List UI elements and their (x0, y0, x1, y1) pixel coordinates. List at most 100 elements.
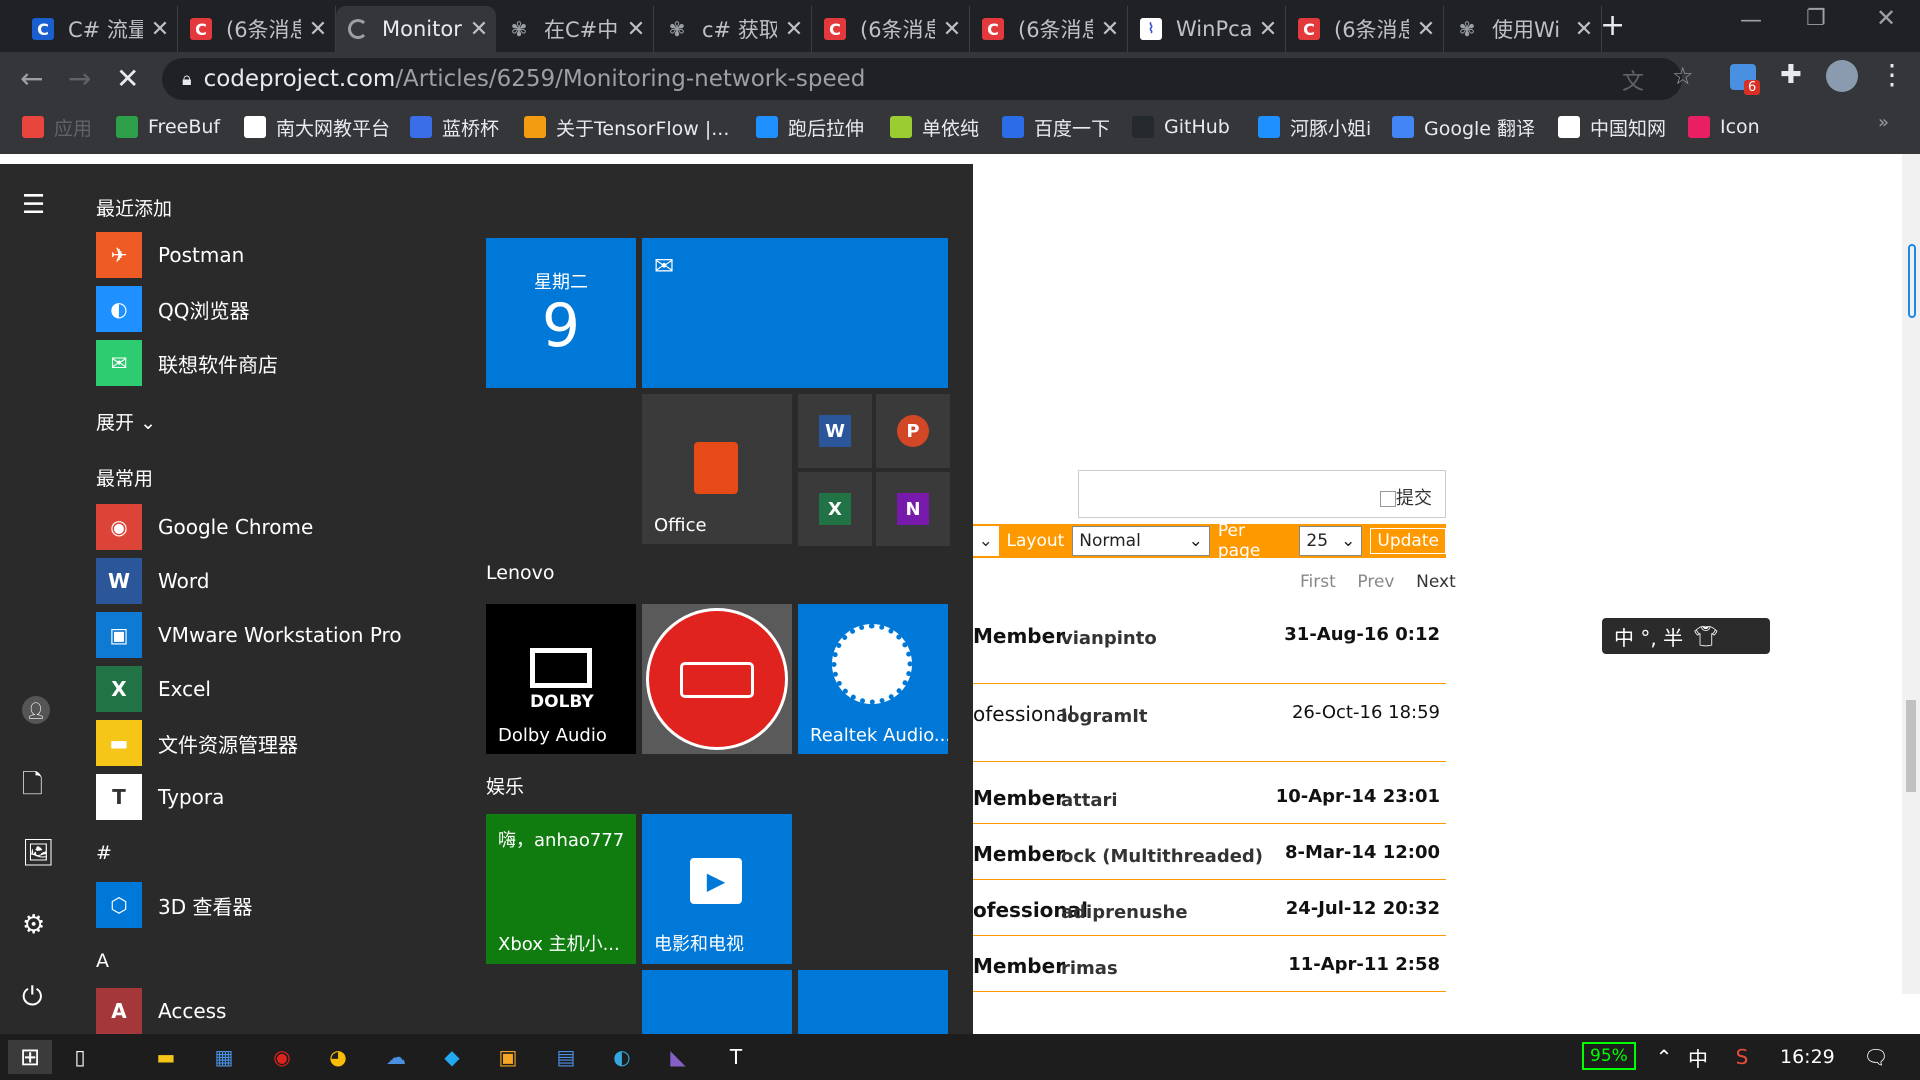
mail-tile[interactable]: ✉ (642, 238, 948, 388)
table-row[interactable]: Member ock (Multithreaded) 8-Mar-14 12:00 (973, 826, 1446, 880)
table-row[interactable]: Member rimas 11-Apr-11 2:58 (973, 938, 1446, 992)
app-item[interactable]: W Word (96, 556, 209, 606)
battery-indicator[interactable]: 95% (1582, 1042, 1636, 1070)
bookmark-9[interactable]: 河豚小姐i (1258, 112, 1371, 142)
app-item[interactable]: ◉ Google Chrome (96, 502, 313, 552)
dropdown-caret-icon[interactable]: ⌄ (973, 526, 999, 556)
bookmark-0[interactable]: 应用 (22, 112, 92, 142)
tab-5[interactable]: C (6条消息✕ (812, 6, 970, 52)
tab-8[interactable]: C (6条消息✕ (1286, 6, 1444, 52)
restore-button[interactable]: ❐ (1806, 6, 1826, 31)
pager-next-link[interactable]: Next (1416, 572, 1456, 592)
vscode-icon[interactable]: ◆ (434, 1040, 470, 1074)
netease-music-icon[interactable]: ◉ (264, 1040, 300, 1074)
visual-studio-icon[interactable]: ◣ (660, 1040, 696, 1074)
app-item[interactable]: T Typora (96, 772, 224, 822)
tab-4[interactable]: ✾ c# 获取 ✕ (654, 6, 812, 52)
tab-0[interactable]: C C# 流量 ✕ (20, 6, 178, 52)
menu-kebab-icon[interactable]: ⋮ (1878, 58, 1906, 91)
bookmark-11[interactable]: 中国知网 (1558, 112, 1666, 142)
profile-avatar[interactable] (1826, 60, 1858, 92)
bookmarks-overflow-icon[interactable]: » (1878, 112, 1889, 133)
author-name[interactable]: adiprenushe (1061, 902, 1188, 923)
table-row[interactable]: ofessional logramIt 26-Oct-16 18:59 (973, 686, 1446, 762)
tab-close-icon[interactable]: ✕ (1567, 17, 1601, 42)
notifications-icon[interactable]: 🗨︎ (1858, 1040, 1894, 1074)
back-arrow-icon[interactable]: ← (20, 62, 43, 95)
tab-close-icon[interactable]: ✕ (1251, 17, 1285, 42)
powerpoint-tile[interactable]: P (876, 394, 950, 468)
ime-indicator[interactable]: 中 (1680, 1040, 1716, 1074)
bookmark-12[interactable]: Icon (1688, 112, 1760, 142)
bookmark-8[interactable]: GitHub (1132, 112, 1230, 142)
partial-tile-left[interactable] (642, 970, 792, 1034)
author-name[interactable]: vianpinto (1061, 628, 1157, 649)
sogou-input-icon[interactable]: S (1724, 1040, 1760, 1074)
tab-close-icon[interactable]: ✕ (143, 17, 177, 42)
puzzle-extensions-icon[interactable]: ✚ (1780, 60, 1802, 90)
bookmark-10[interactable]: Google 翻译 (1392, 112, 1535, 142)
tab-7[interactable]: ⌇ WinPca ✕ (1128, 6, 1286, 52)
movies-tv-tile[interactable]: ▶ 电影和电视 (642, 814, 792, 964)
new-tab-button[interactable]: + (1600, 8, 1625, 43)
bookmark-6[interactable]: 单依纯 (890, 112, 979, 142)
author-name[interactable]: logramIt (1061, 706, 1148, 727)
lenovo-keyboard-tile[interactable] (642, 604, 792, 754)
bookmark-2[interactable]: 南大网教平台 (244, 112, 390, 142)
update-button[interactable]: Update (1370, 528, 1446, 554)
bookmark-7[interactable]: 百度一下 (1002, 112, 1110, 142)
scrollbar-thumb[interactable] (1906, 700, 1916, 792)
author-name[interactable]: attari (1061, 790, 1118, 811)
forward-arrow-icon[interactable]: → (68, 62, 91, 95)
app-item[interactable]: ▬ 文件资源管理器 (96, 718, 298, 768)
edge-icon[interactable]: ◐ (604, 1040, 640, 1074)
tab-close-icon[interactable]: ✕ (619, 17, 653, 42)
tab-9[interactable]: ✾ 使用Wi ✕ (1444, 6, 1602, 52)
bookmark-4[interactable]: 关于TensorFlow |... (524, 112, 729, 142)
tab-close-icon[interactable]: ✕ (935, 17, 969, 42)
tab-close-icon[interactable]: ✕ (1409, 17, 1443, 42)
minimize-button[interactable]: — (1740, 8, 1762, 33)
close-window-button[interactable]: ✕ (1876, 4, 1896, 32)
tab-2[interactable]: Monitor ✕ (336, 6, 496, 52)
table-row[interactable]: Member attari 10-Apr-14 23:01 (973, 770, 1446, 824)
tab-6[interactable]: C (6条消息✕ (970, 6, 1128, 52)
author-name[interactable]: ock (Multithreaded) (1061, 846, 1263, 867)
bookmark-5[interactable]: 跑后拉伸 (756, 112, 864, 142)
user-account-icon[interactable]: 👤︎ (22, 696, 50, 724)
calendar-tile[interactable]: 星期二 9 (486, 238, 636, 388)
expand-link[interactable]: 展开 ⌄ (96, 408, 156, 435)
table-row[interactable]: Member vianpinto 31-Aug-16 0:12 (973, 608, 1446, 684)
chrome-icon[interactable]: ◕ (320, 1040, 356, 1074)
documents-icon[interactable]: 🗋 (22, 766, 43, 810)
settings-gear-icon[interactable]: ⚙ (22, 910, 45, 940)
app-item[interactable]: ✈ Postman (96, 230, 244, 280)
bookmark-1[interactable]: FreeBuf (116, 112, 220, 142)
realtek-audio-tile[interactable]: Realtek Audio... (798, 604, 948, 754)
vmware-icon[interactable]: ▣ (490, 1040, 526, 1074)
chevron-up-icon[interactable]: ⌃ (1646, 1040, 1682, 1074)
address-bar[interactable]: 🔒︎ codeproject.com/Articles/6259/Monitor… (162, 58, 1682, 100)
perpage-select[interactable]: 25 ⌄ (1299, 526, 1363, 556)
stop-loading-icon[interactable]: ✕ (116, 62, 139, 95)
navicat-icon[interactable]: ▤ (548, 1040, 584, 1074)
app-item[interactable]: ✉ 联想软件商店 (96, 338, 278, 388)
hamburger-menu-icon[interactable]: ☰ (22, 190, 45, 220)
windows-start-icon[interactable]: ⊞ (8, 1040, 52, 1074)
app-item[interactable]: X Excel (96, 664, 211, 714)
app-calendar-icon[interactable]: ▦ (206, 1040, 242, 1074)
onenote-tile[interactable]: N (876, 472, 950, 546)
pager-first-link[interactable]: First (1300, 572, 1336, 592)
app-item[interactable]: ⬡ 3D 查看器 (96, 880, 252, 930)
file-explorer-icon[interactable]: ▬ (148, 1040, 184, 1074)
tab-close-icon[interactable]: ✕ (777, 17, 811, 42)
tab-close-icon[interactable]: ✕ (1093, 17, 1127, 42)
tab-1[interactable]: C (6条消息✕ (178, 6, 336, 52)
power-icon[interactable]: ⏻ (22, 982, 43, 1013)
task-view-icon[interactable]: ▯ (62, 1040, 98, 1074)
app-item[interactable]: A Access (96, 986, 226, 1036)
submit-image-button[interactable]: 提交 (1380, 484, 1432, 510)
baidu-netdisk-icon[interactable]: ☁ (378, 1040, 414, 1074)
xbox-tile[interactable]: 嗨，anhao777 Xbox 主机小... (486, 814, 636, 964)
table-row[interactable]: ofessional adiprenushe 24-Jul-12 20:32 (973, 882, 1446, 936)
